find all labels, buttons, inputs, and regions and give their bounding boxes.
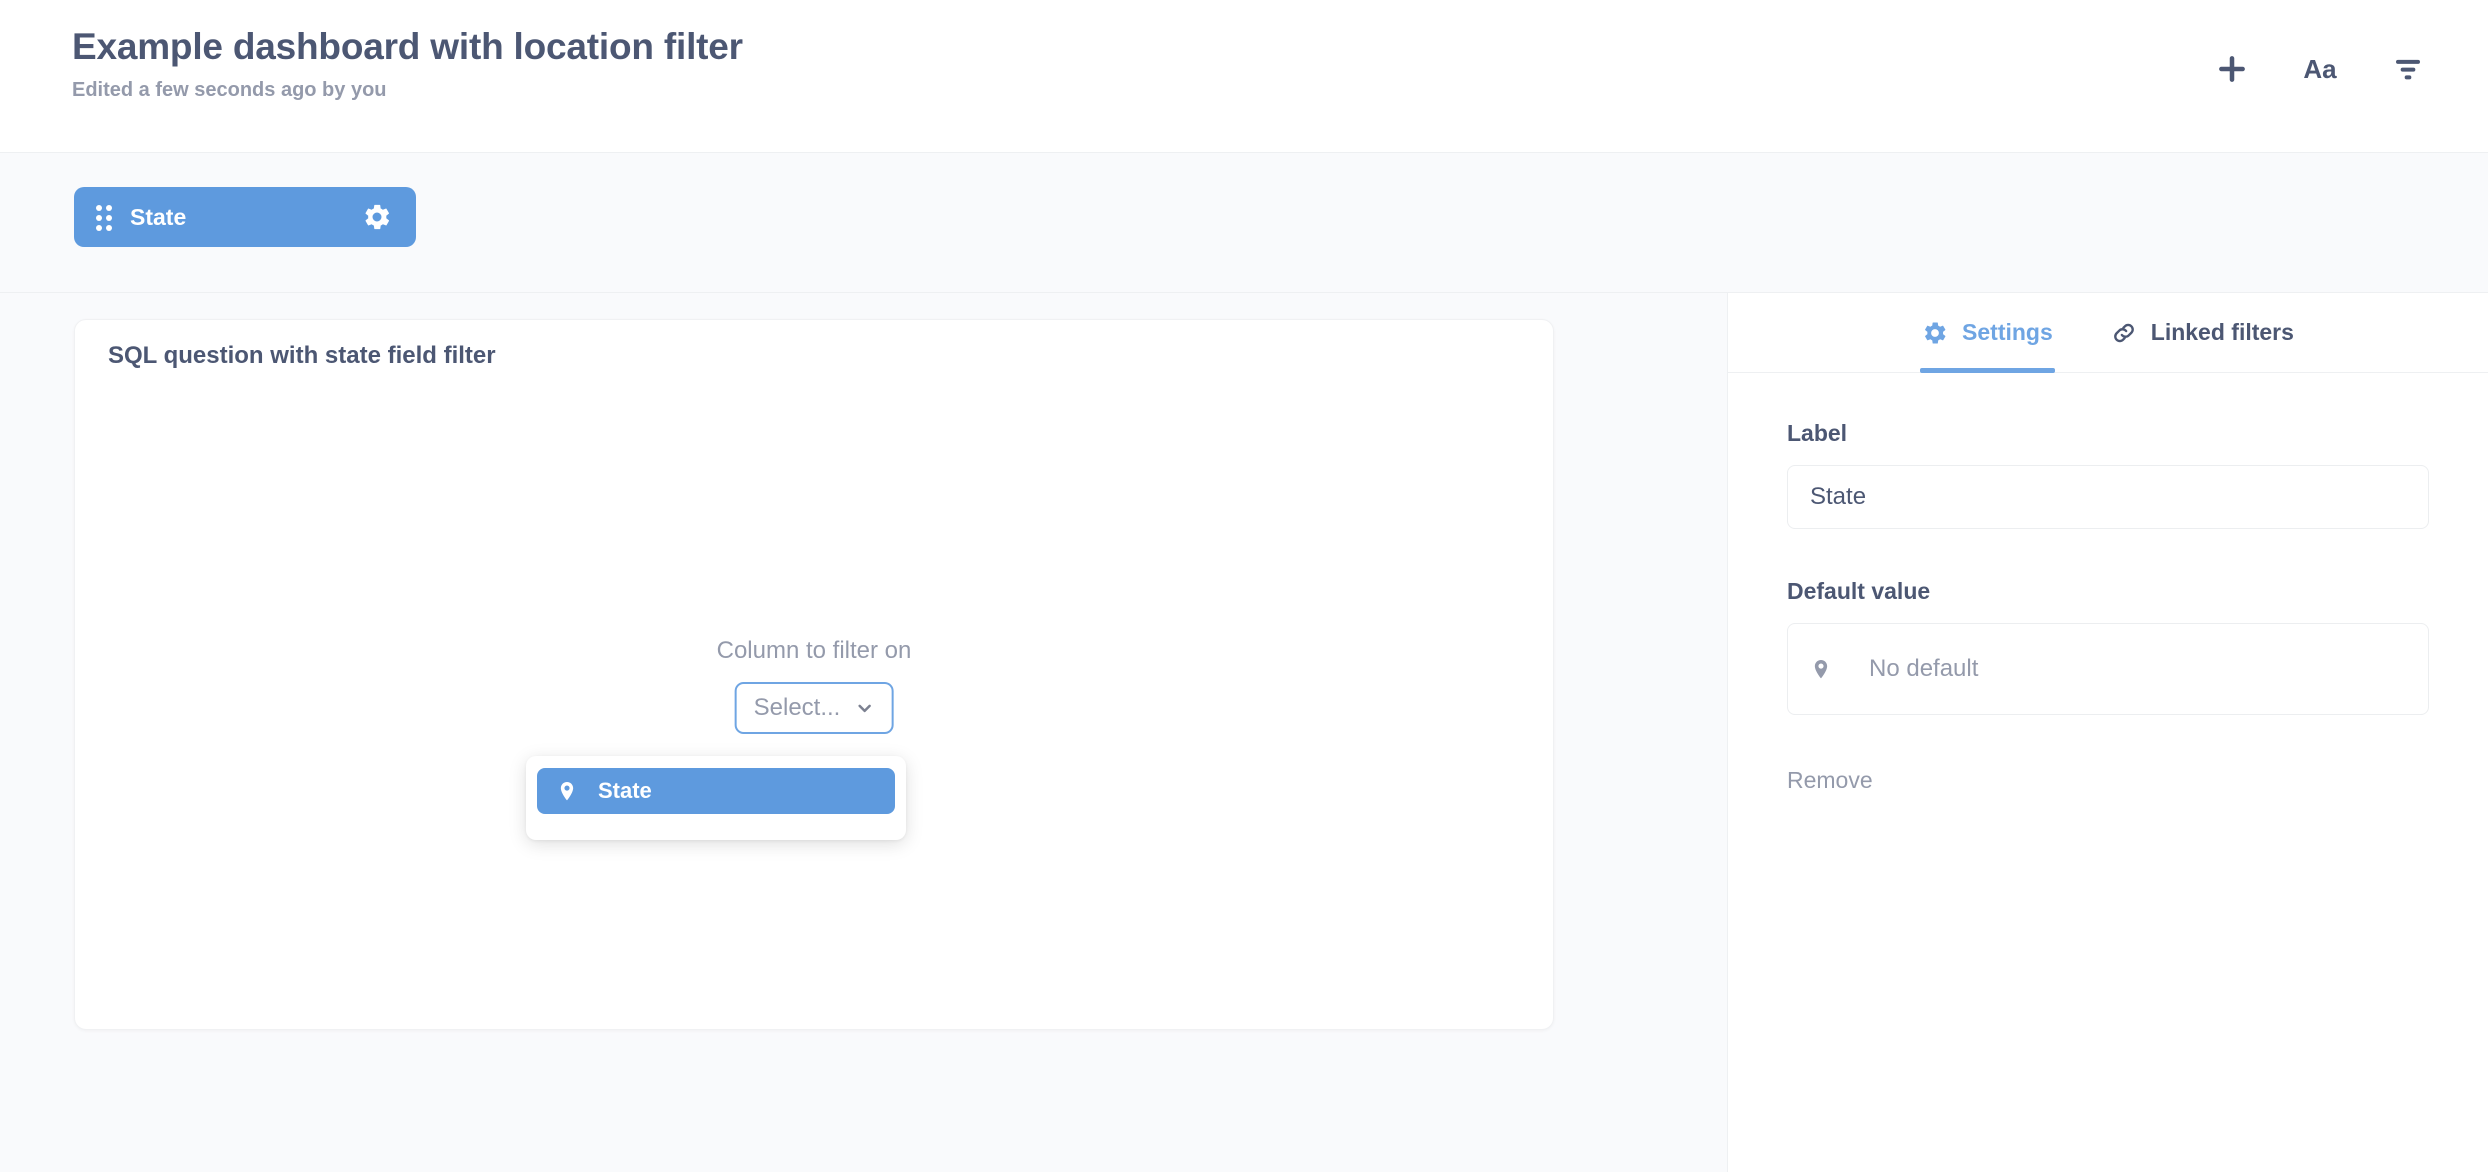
filter-pill-state[interactable]: State [74, 187, 416, 247]
sidebar-body: Label State Default value No default Rem… [1728, 373, 2488, 794]
column-select[interactable]: Select... [735, 682, 894, 734]
tab-settings-label: Settings [1962, 319, 2053, 346]
filter-pill-label: State [130, 204, 362, 231]
default-value-text: No default [1869, 655, 1978, 683]
location-pin-icon [556, 780, 578, 802]
text-card-icon[interactable]: Aa [2300, 49, 2340, 89]
gear-icon [1922, 320, 1948, 346]
tab-linked-filters[interactable]: Linked filters [2109, 293, 2296, 373]
grip-icon[interactable] [96, 205, 112, 229]
filter-bar: State [0, 153, 2488, 293]
tab-linked-filters-label: Linked filters [2151, 319, 2294, 346]
location-pin-icon [1810, 658, 1832, 680]
tab-settings[interactable]: Settings [1920, 293, 2055, 373]
column-picker-label: Column to filter on [75, 636, 1553, 666]
text-card-icon-label: Aa [2303, 56, 2336, 82]
default-value-heading: Default value [1787, 577, 2429, 605]
column-dropdown: State [526, 756, 906, 840]
column-picker: Column to filter on Select... [75, 320, 1553, 1029]
gear-icon[interactable] [362, 202, 392, 232]
remove-filter-link[interactable]: Remove [1787, 767, 1873, 794]
dashboard-page: Example dashboard with location filter E… [0, 0, 2488, 1172]
spacer [1787, 529, 2429, 577]
header-titles: Example dashboard with location filter E… [72, 24, 743, 103]
header-actions: Aa [2212, 49, 2428, 89]
link-icon [2111, 320, 2137, 346]
dropdown-option-state[interactable]: State [537, 768, 895, 814]
dashboard-header: Example dashboard with location filter E… [0, 0, 2488, 153]
filter-settings-sidebar: Settings Linked filters Label State Defa… [1727, 293, 2488, 1172]
page-subtitle: Edited a few seconds ago by you [72, 77, 743, 103]
dashboard-main: SQL question with state field filter Col… [0, 293, 1727, 1172]
dropdown-option-label: State [598, 778, 652, 804]
dashboard-card: SQL question with state field filter Col… [74, 319, 1554, 1030]
chevron-down-icon [854, 698, 874, 718]
filter-icon[interactable] [2388, 49, 2428, 89]
label-field-heading: Label [1787, 419, 2429, 447]
column-select-value: Select... [754, 696, 841, 720]
add-icon[interactable] [2212, 49, 2252, 89]
label-input[interactable]: State [1787, 465, 2429, 529]
default-value-picker[interactable]: No default [1787, 623, 2429, 715]
page-title: Example dashboard with location filter [72, 24, 743, 70]
sidebar-tabs: Settings Linked filters [1728, 293, 2488, 373]
